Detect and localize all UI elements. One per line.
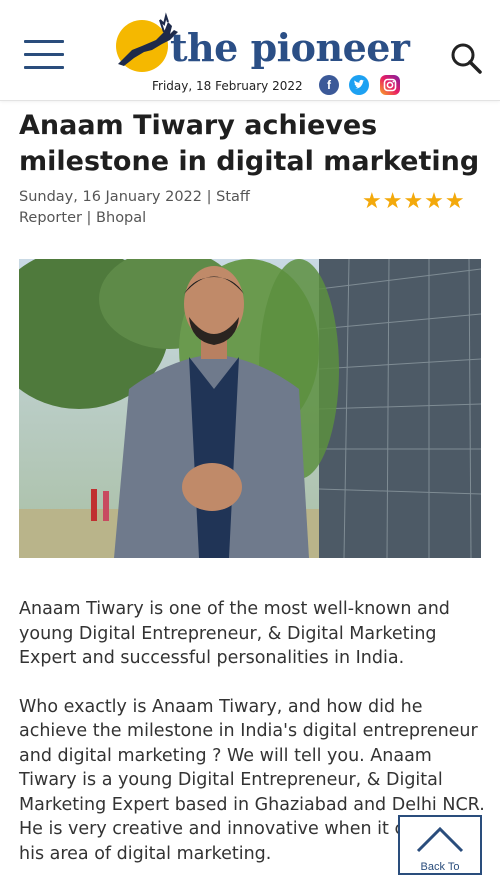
- chevron-up-icon: [416, 826, 464, 853]
- site-logo[interactable]: the pioneer: [112, 12, 412, 74]
- article-photo: [19, 259, 481, 558]
- search-icon[interactable]: [448, 40, 484, 76]
- twitter-bird-glyph: [354, 79, 365, 89]
- article-paragraph: Anaam Tiwary is one of the most well-kno…: [19, 599, 450, 668]
- current-date: Friday, 18 February 2022: [152, 79, 303, 93]
- rating-stars: ★★★★★: [362, 188, 466, 213]
- back-to-top-button[interactable]: Back To: [398, 815, 482, 875]
- hamburger-menu-icon[interactable]: [24, 40, 64, 70]
- facebook-icon[interactable]: f: [319, 75, 339, 95]
- logo-text: the pioneer: [170, 25, 410, 70]
- instagram-glyph: [383, 78, 397, 92]
- back-to-top-label: Back To: [420, 861, 460, 873]
- portrait-photo-icon: [19, 259, 481, 558]
- twitter-icon[interactable]: [349, 75, 369, 95]
- article-title: Anaam Tiwary achieves milestone in digit…: [19, 110, 480, 177]
- instagram-icon[interactable]: [380, 75, 400, 95]
- article-byline: Sunday, 16 January 2022 | Staff Reporter…: [19, 189, 250, 226]
- site-header: the pioneer Friday, 18 February 2022 f: [0, 0, 500, 101]
